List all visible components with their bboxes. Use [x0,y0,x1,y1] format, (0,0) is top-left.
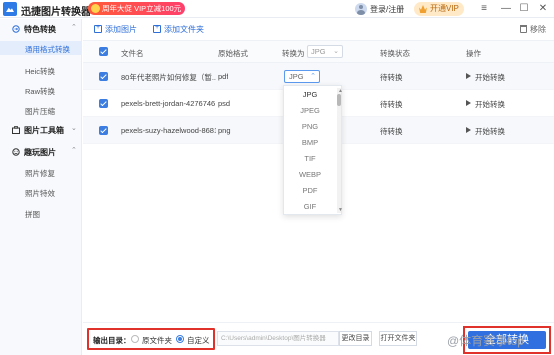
chevron-up-icon: ⌃ [71,24,77,31]
select-all-checkbox[interactable] [99,47,108,56]
row-checkbox[interactable] [99,99,108,108]
format-option[interactable]: BMP [284,135,336,151]
format-option[interactable]: JPG [284,87,336,103]
sidebar-item-raw[interactable]: Raw转换 [0,83,82,97]
add-image-button[interactable]: 添加图片 [94,24,137,35]
radio-original-label: 原文件夹 [142,336,172,345]
vip-label: 开通VIP [430,4,459,13]
sidebar-group-toolbox[interactable]: 图片工具箱 ⌄ [0,123,82,137]
file-format: psd [218,99,231,108]
format-option[interactable]: JPEG [284,103,336,119]
row-format-select[interactable]: JPG ⌃ [284,70,320,83]
fun-icon [12,148,20,156]
sidebar-item-photo-repair[interactable]: 照片修复 [0,165,82,179]
trash-icon [520,25,527,33]
sidebar-item-general-convert[interactable]: 通用格式转换 [0,41,82,55]
output-dir-label: 输出目录： [93,336,131,345]
gift-icon [91,4,100,13]
chevron-down-icon: ⌄ [333,48,339,55]
bottom-bar: 输出目录： 原文件夹 自定义 C:\Users\admin\Desktop\图片… [83,322,554,355]
output-path-field[interactable]: C:\Users\admin\Desktop\图片转换器 [217,331,339,346]
open-folder-button[interactable]: 打开文件夹 [379,331,417,346]
format-option[interactable]: TIF [284,151,336,167]
file-name: pexels-suzy-hazelwood-8681... [121,126,216,135]
change-dir-button[interactable]: 更改目录 [339,331,372,346]
file-name: 80年代老照片如何修复（暂... [121,73,216,82]
col-status: 转换状态 [380,49,410,58]
scroll-down-icon[interactable]: ▼ [338,207,343,213]
vip-button[interactable]: 开通VIP [414,2,464,16]
radio-original-folder[interactable] [131,335,139,343]
login-link[interactable]: 登录/注册 [370,4,404,15]
table-header: 文件名 原始格式 转换为 JPG ⌄ 转换状态 操作 [83,41,554,63]
format-option[interactable]: PDF [284,183,336,199]
start-convert-button[interactable]: 开始转换 [466,99,505,110]
sidebar-item-heic[interactable]: Heic转换 [0,63,82,77]
promo-text: 周年大促 VIP立减100元 [102,4,182,13]
file-name: pexels-brett-jordan-4276746 [121,99,216,108]
file-format: png [218,126,231,135]
maximize-icon[interactable]: ☐ [516,1,532,17]
sidebar-group-feature[interactable]: 特色转换 ⌃ [0,22,82,36]
file-status: 待转换 [380,127,403,136]
add-folder-button[interactable]: 添加文件夹 [153,24,204,35]
output-dir-highlight: 输出目录： 原文件夹 自定义 [87,328,215,350]
file-format: pdf [218,72,229,81]
convert-icon [12,25,20,33]
format-option[interactable]: WEBP [284,167,336,183]
radio-custom-folder[interactable] [176,335,184,343]
col-orig-format: 原始格式 [218,49,248,58]
dropdown-scrollbar[interactable] [337,88,341,213]
app-title: 迅捷图片转换器 [21,7,91,18]
col-convert-to: 转换为 [282,49,305,58]
sidebar-item-collage[interactable]: 拼图 [0,206,82,220]
row-checkbox[interactable] [99,72,108,81]
row-checkbox[interactable] [99,126,108,135]
toolbar: 添加图片 添加文件夹 移除 [83,19,554,41]
avatar-icon[interactable] [355,3,367,15]
menu-icon[interactable]: ≡ [476,1,492,17]
play-icon [466,100,471,106]
sidebar-item-photo-effects[interactable]: 照片特效 [0,185,82,199]
col-action: 操作 [466,49,481,58]
format-option[interactable]: PNG [284,119,336,135]
sidebar-group-fun[interactable]: 趣玩图片 ⌃ [0,145,82,159]
scrollbar-thumb[interactable] [337,94,341,106]
close-icon[interactable]: ✕ [535,1,551,17]
sidebar-group-label: 趣玩图片 [24,148,56,157]
sidebar-group-label: 图片工具箱 [24,126,64,135]
start-convert-button[interactable]: 开始转换 [466,72,505,83]
watermark-text: @体育赛事top [447,334,524,348]
clear-button[interactable]: 移除 [520,24,546,35]
file-status: 待转换 [380,100,403,109]
format-dropdown: JPG JPEG PNG BMP TIF WEBP PDF GIF ▲ ▼ [283,85,343,215]
sidebar-item-compress[interactable]: 图片压缩 [0,103,82,117]
chevron-down-icon: ⌄ [71,125,77,132]
toolbox-icon [12,126,20,134]
sidebar: 特色转换 ⌃ 通用格式转换 Heic转换 Raw转换 图片压缩 图片工具箱 ⌄ … [0,19,82,355]
col-filename: 文件名 [121,49,144,58]
title-bar: 迅捷图片转换器 周年大促 VIP立减100元 登录/注册 开通VIP ≡ — ☐… [0,0,554,18]
chevron-up-icon: ⌃ [71,147,77,154]
promo-banner[interactable]: 周年大促 VIP立减100元 [88,2,185,15]
chevron-up-icon: ⌃ [310,73,316,80]
add-image-icon [94,24,102,33]
crown-icon [419,5,427,13]
scroll-up-icon[interactable]: ▲ [338,88,343,94]
add-folder-icon [153,24,161,33]
play-icon [466,127,471,133]
play-icon [466,73,471,79]
format-option[interactable]: GIF [284,199,336,215]
bulk-format-select[interactable]: JPG ⌄ [307,45,343,58]
radio-custom-label: 自定义 [187,336,210,345]
file-status: 待转换 [380,73,403,82]
minimize-icon[interactable]: — [498,1,514,17]
sidebar-group-label: 特色转换 [24,25,56,34]
start-convert-button[interactable]: 开始转换 [466,126,505,137]
app-logo-icon [3,2,17,16]
